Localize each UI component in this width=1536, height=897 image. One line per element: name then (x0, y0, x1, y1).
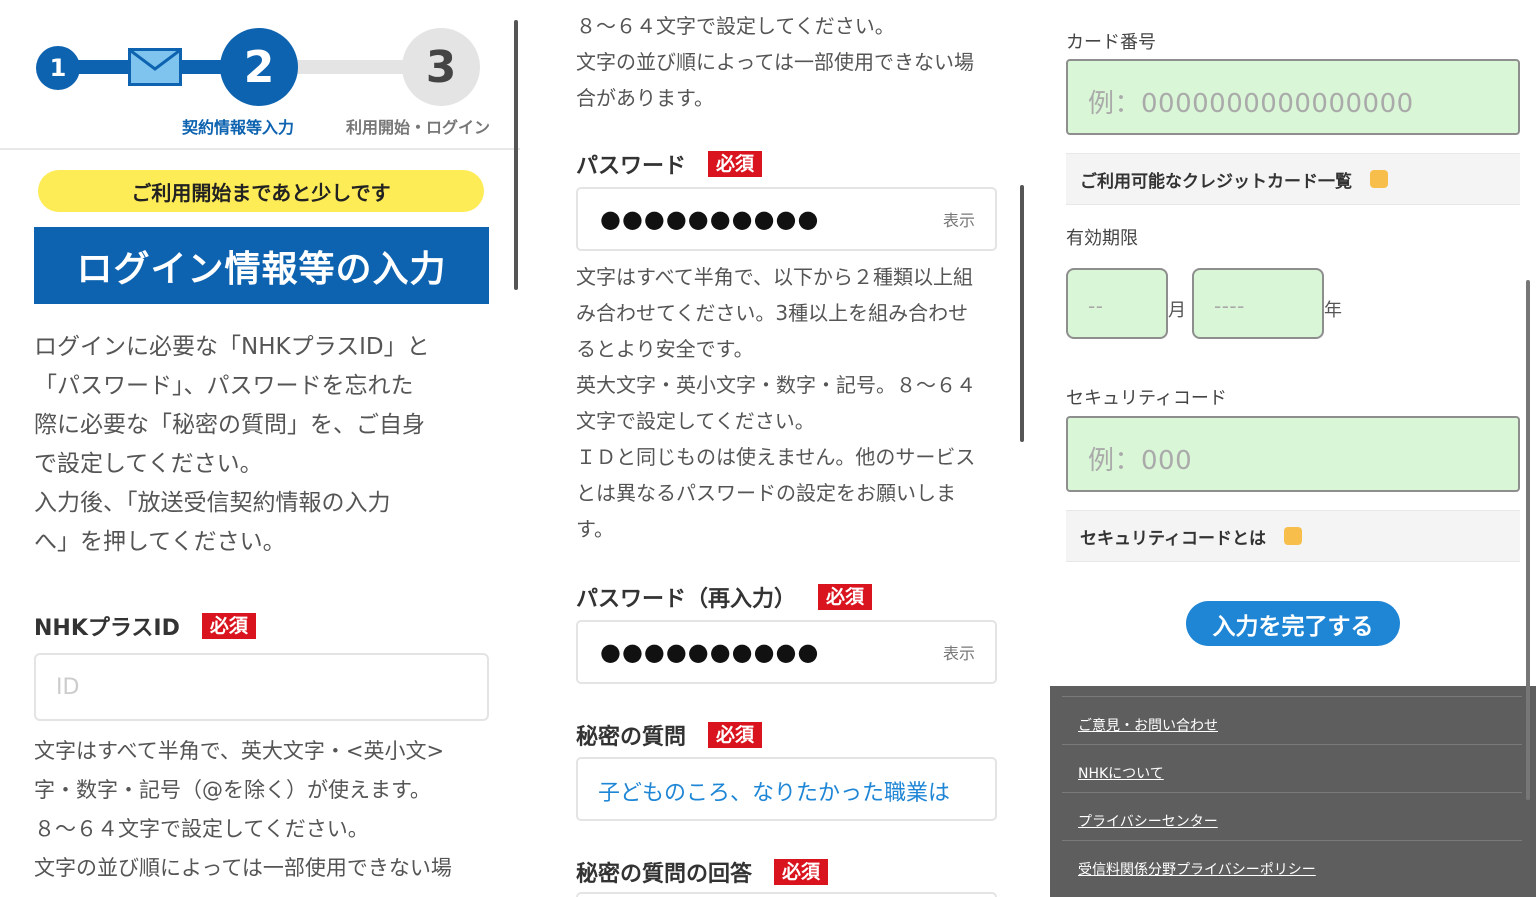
password-confirm-label-text: パスワード（再入力） (576, 587, 797, 612)
intro-line: 「パスワード」、パスワードを忘れた (34, 373, 414, 399)
nhk-plus-id-label-text: NHKプラスID (34, 616, 180, 641)
help-line: 文字の並び順によっては一部使用できない場 (576, 50, 974, 74)
divider (0, 148, 520, 150)
help-line: 字・数字・記号（@を除く）が使えます。 (34, 778, 431, 802)
help-line: 文字はすべて半角で、英大文字・<英小文> (34, 739, 445, 763)
footer-link-privacy-center[interactable]: プライバシーセンター (1062, 792, 1522, 840)
password-confirm-label: パスワード（再入力） 必須 (576, 581, 873, 613)
intro-text: ログインに必要な「NHKプラスID」と 「パスワード」、パスワードを忘れた 際に… (34, 328, 494, 562)
step-2-circle: 2 (220, 28, 298, 106)
help-line: 文字はすべて半角で、以下から２種類以上組 (576, 265, 973, 289)
help-line: 合があります。 (576, 86, 714, 110)
scrollbar[interactable] (514, 20, 518, 290)
footer-link-text: ご意見・お問い合わせ (1078, 718, 1218, 734)
year-placeholder: ---- (1214, 294, 1245, 318)
intro-line: 入力後、「放送受信契約情報の入力 (34, 490, 391, 516)
page-title: ログイン情報等の入力 (34, 227, 489, 304)
footer-link-text: 受信料関係分野プライバシーポリシー (1078, 862, 1316, 878)
footer-link-contact[interactable]: ご意見・お問い合わせ (1062, 696, 1522, 744)
footer: ご意見・お問い合わせ NHKについて プライバシーセンター 受信料関係分野プライ… (1050, 686, 1536, 897)
footer-link-text: NHKについて (1078, 766, 1164, 782)
password-confirm-value: ●●●●●●●●●● (600, 638, 820, 666)
id-placeholder: ID (56, 675, 80, 700)
help-line: ８～６４文字で設定してください。 (34, 817, 369, 841)
secret-question-select[interactable]: 子どものころ、なりたかった職業は (576, 757, 997, 821)
info-icon (1283, 527, 1302, 545)
expiry-label: 有効期限 (1066, 228, 1138, 249)
year-unit: 年 (1324, 300, 1342, 321)
secret-question-label-text: 秘密の質問 (576, 725, 687, 750)
month-placeholder: -- (1088, 294, 1104, 318)
required-badge: 必須 (708, 722, 763, 748)
expiry-month-select[interactable]: -- (1066, 268, 1168, 339)
scrollbar[interactable] (1020, 185, 1024, 442)
progress-stepper: 1 2 3 契約情報等入力 利用開始・ログイン (0, 0, 520, 148)
help-line: み合わせてください。3種以上を組み合わせ (576, 301, 969, 325)
card-number-label: カード番号 (1066, 32, 1156, 53)
intro-line: 際に必要な「秘密の質問」を、ご自身 (34, 412, 425, 438)
submit-button[interactable]: 入力を完了する (1186, 601, 1400, 646)
card-number-placeholder: 例：0000000000000000 (1088, 89, 1414, 119)
security-code-input[interactable]: 例：000 (1066, 416, 1520, 492)
card-list-link-text: ご利用可能なクレジットカード一覧 (1080, 171, 1352, 192)
secret-answer-label-text: 秘密の質問の回答 (576, 862, 753, 887)
security-code-info-link[interactable]: セキュリティコードとは (1066, 510, 1520, 562)
intro-line: へ」を押してください。 (34, 529, 286, 555)
nhk-plus-id-label: NHKプラスID 必須 (34, 610, 256, 642)
secret-answer-input[interactable] (576, 892, 997, 897)
mail-icon (128, 48, 182, 86)
scrollbar[interactable] (1526, 280, 1530, 800)
required-badge: 必須 (708, 151, 763, 177)
show-password-confirm-button[interactable]: 表示 (943, 640, 975, 664)
password-help-text: 文字はすべて半角で、以下から２種類以上組 み合わせてください。3種以上を組み合わ… (576, 259, 1016, 547)
help-line: ８～６４文字で設定してください。 (576, 14, 895, 38)
security-code-info-text: セキュリティコードとは (1080, 528, 1266, 549)
show-password-button[interactable]: 表示 (943, 207, 975, 231)
password-value: ●●●●●●●●●● (600, 205, 820, 233)
password-label: パスワード 必須 (576, 148, 763, 180)
panel-password: ８～６４文字で設定してください。 文字の並び順によっては一部使用できない場 合が… (540, 0, 1030, 897)
step-2-label: 契約情報等入力 (182, 118, 295, 137)
info-icon (1370, 170, 1388, 188)
top-help-text: ８～６４文字で設定してください。 文字の並び順によっては一部使用できない場 合が… (576, 8, 1016, 116)
help-line: 文字で設定してください。 (576, 409, 815, 433)
id-help-text: 文字はすべて半角で、英大文字・<英小文> 字・数字・記号（@を除く）が使えます。… (34, 732, 504, 888)
secret-question-label: 秘密の質問 必須 (576, 719, 763, 751)
required-badge: 必須 (774, 859, 829, 885)
month-unit: 月 (1168, 300, 1186, 321)
panel-payment: カード番号 例：0000000000000000 ご利用可能なクレジットカード一… (1050, 0, 1536, 897)
password-input[interactable]: ●●●●●●●●●● 表示 (576, 187, 997, 251)
security-code-placeholder: 例：000 (1088, 446, 1193, 476)
required-badge: 必須 (818, 584, 873, 610)
card-number-input[interactable]: 例：0000000000000000 (1066, 59, 1520, 135)
help-line: 文字の並び順によっては一部使用できない場 (34, 856, 452, 880)
password-confirm-input[interactable]: ●●●●●●●●●● 表示 (576, 620, 997, 684)
help-line: ＩＤと同じものは使えません。他のサービス (576, 445, 976, 469)
notice-banner: ご利用開始まであと少しです (38, 170, 484, 212)
footer-link-about[interactable]: NHKについて (1062, 744, 1522, 792)
help-line: 英大文字・英小文字・数字・記号。８～６４ (576, 373, 976, 397)
step-1-circle: 1 (36, 46, 80, 90)
required-badge: 必須 (201, 613, 256, 639)
nhk-plus-id-input[interactable]: ID (34, 653, 489, 721)
step-3-label: 利用開始・ログイン (346, 118, 491, 137)
intro-line: で設定してください。 (34, 451, 263, 477)
footer-link-text: プライバシーセンター (1078, 814, 1218, 830)
card-list-link[interactable]: ご利用可能なクレジットカード一覧 (1066, 153, 1520, 205)
panel-account-info: 1 2 3 契約情報等入力 利用開始・ログイン ご利用開始まであと少しです ログ… (0, 0, 520, 897)
footer-link-privacy-policy[interactable]: 受信料関係分野プライバシーポリシー (1062, 840, 1522, 888)
help-line: るとより安全です。 (576, 337, 754, 361)
intro-line: ログインに必要な「NHKプラスID」と (34, 334, 430, 360)
security-code-label: セキュリティコード (1066, 388, 1227, 409)
expiry-year-select[interactable]: ---- (1192, 268, 1324, 339)
step-3-circle: 3 (402, 28, 480, 106)
password-label-text: パスワード (576, 154, 687, 179)
secret-answer-label: 秘密の質問の回答 必須 (576, 856, 829, 888)
help-line: す。 (576, 517, 614, 541)
secret-question-value: 子どものころ、なりたかった職業は (598, 781, 951, 806)
help-line: とは異なるパスワードの設定をお願いしま (576, 481, 956, 505)
